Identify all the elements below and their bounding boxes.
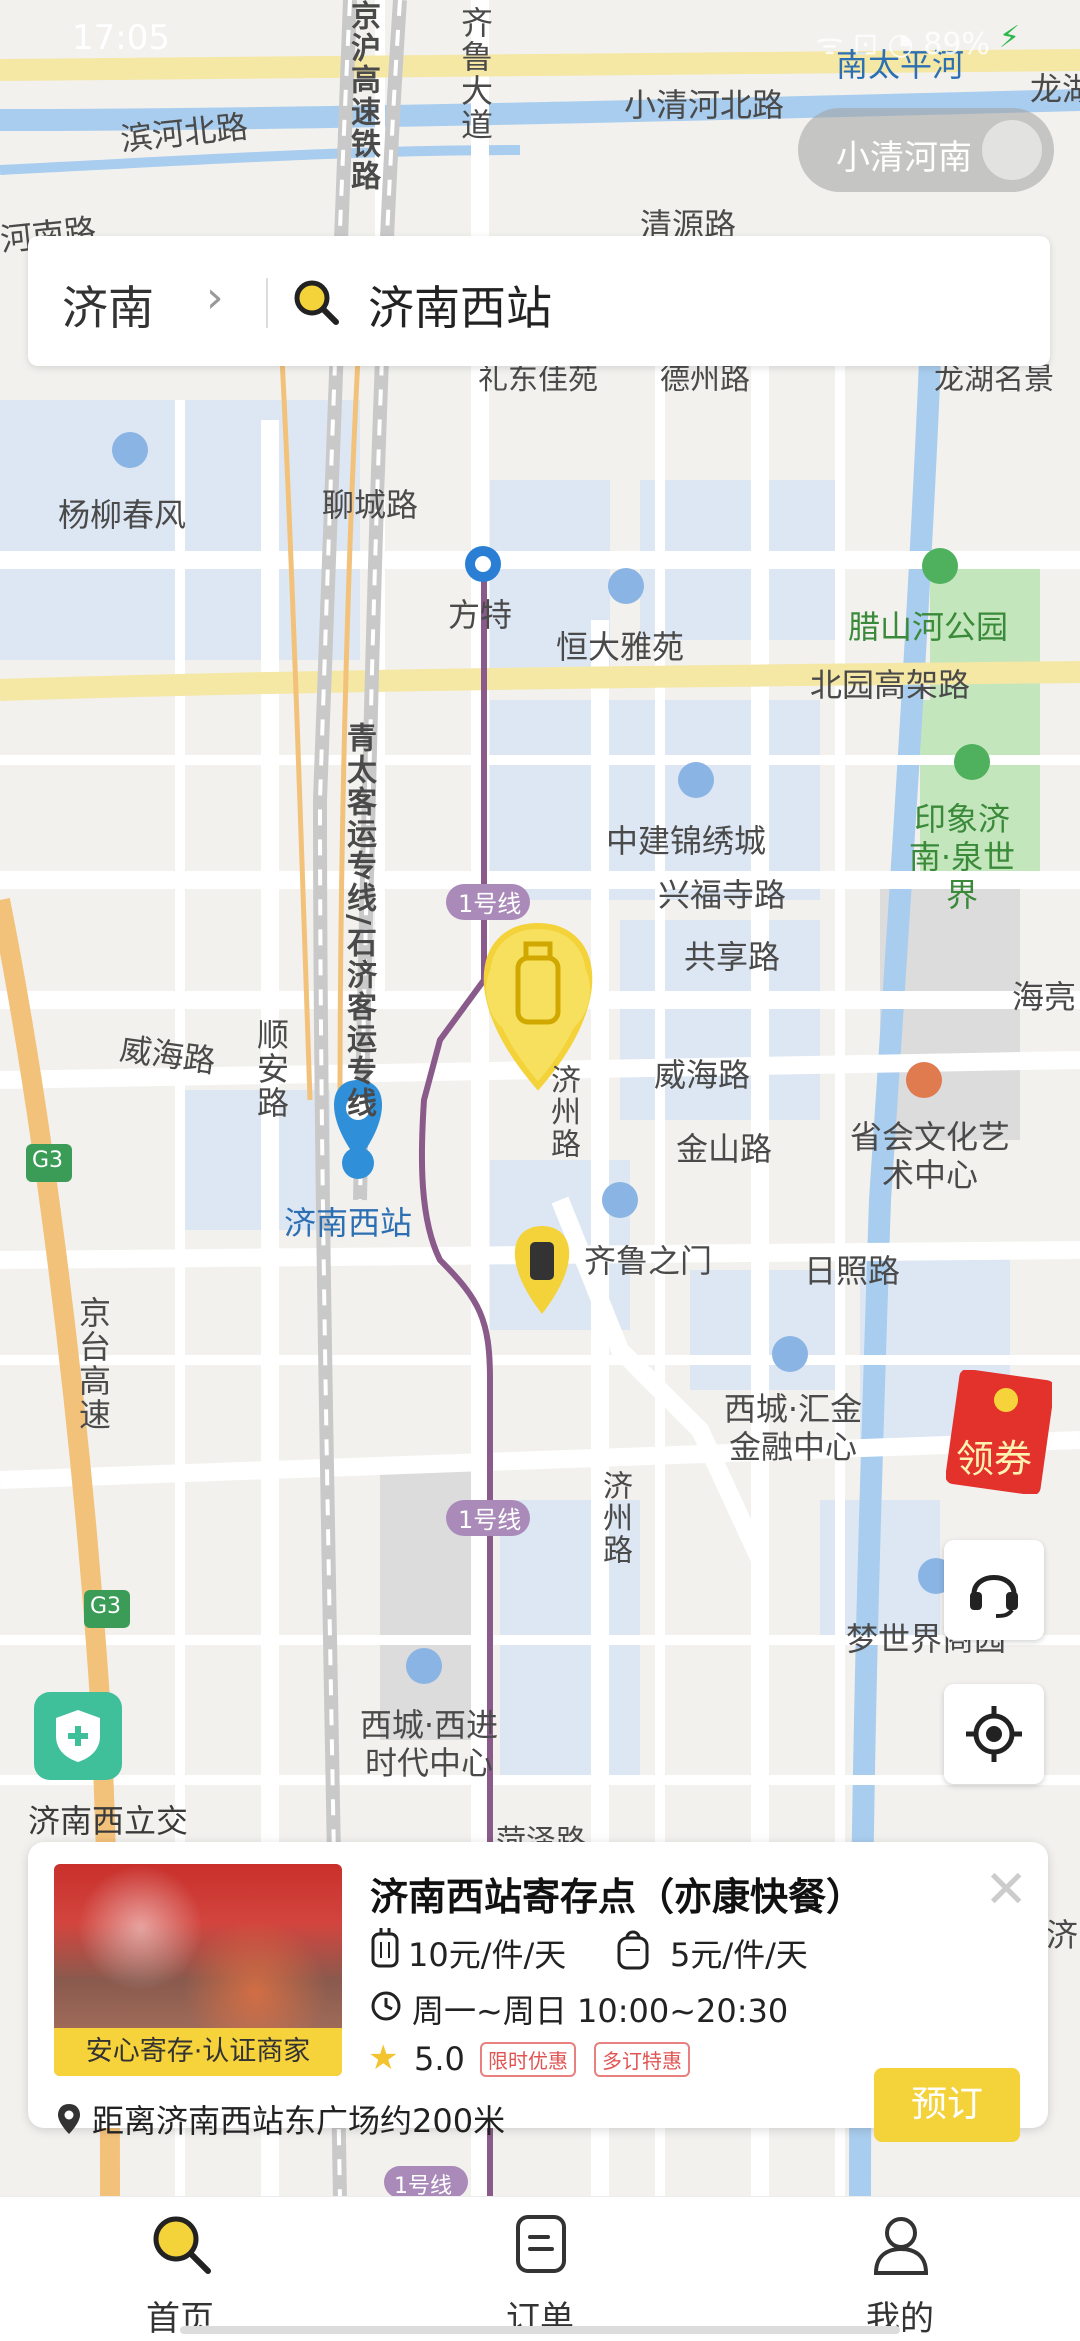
tag-multi-order: 多订特惠	[594, 2042, 690, 2077]
certified-badge: 安心寄存·认证商家	[54, 2028, 342, 2076]
map-label-g3-lower: G3	[90, 1594, 122, 1619]
order-icon	[516, 2215, 566, 2273]
map-label-rizhao-rd: 日照路	[804, 1252, 901, 1290]
tab-profile[interactable]: 我的	[820, 2197, 980, 2341]
home-indicator	[180, 2326, 900, 2334]
map-label-fangte: 方特	[448, 596, 513, 634]
map-label-ji-right: 济	[1046, 1916, 1079, 1954]
map-label-shunan-rd: 顺安路	[252, 1018, 290, 1120]
book-button[interactable]: 预订	[874, 2068, 1020, 2142]
map-label-jizhou-rd-2: 济州路	[597, 1470, 632, 1566]
metro-toggle[interactable]: 小清河南	[798, 108, 1054, 192]
charging-icon: ⚡	[998, 20, 1020, 55]
map-label-xingfusi-rd: 兴福寺路	[658, 876, 787, 914]
map-label-jinan-west-station: 济南西站	[284, 1204, 413, 1242]
map-label-xicheng-xijin: 西城·西进时代中心	[359, 1706, 499, 1782]
map-label-qingtai-line: 青太客运专线/石济客运专线	[341, 722, 376, 1119]
map-label-yinxiang-jinan: 印象济南·泉世界	[908, 800, 1016, 914]
map-label-weihai-rd-east: 威海路	[654, 1056, 751, 1094]
bottom-tab-bar: 首页 订单 我的	[0, 2196, 1080, 2341]
clock-icon	[371, 1991, 401, 2021]
map-label-gongxiang-rd: 共享路	[684, 938, 781, 976]
shop-title[interactable]: 济南西站寄存点（亦康快餐）	[370, 1866, 864, 1921]
storage-shop-card[interactable]: 安心寄存·认证商家 济南西站寄存点（亦康快餐） ✕ 10元/件/天 5元/件/天…	[28, 1842, 1048, 2142]
location-pin-icon	[58, 2104, 80, 2134]
search-bar[interactable]: 济南 › 济南西站	[28, 236, 1050, 366]
map-label-liaocheng-rd: 聊城路	[322, 486, 419, 524]
insurance-button[interactable]	[34, 1692, 122, 1780]
map-label-xiaoqinghe-north-rd: 小清河北路	[624, 86, 785, 124]
suitcase-large-icon	[371, 1928, 399, 1968]
coupon-label[interactable]: 领券	[956, 1428, 1032, 1483]
map-label-beiyuan-viaduct: 北园高架路	[810, 666, 971, 704]
map-label-g3-upper: G3	[32, 1148, 64, 1173]
chevron-right-icon[interactable]: ›	[206, 272, 224, 323]
map-label-jingtai-highway: 京台高速	[74, 1296, 112, 1432]
search-input[interactable]: 济南西站	[368, 272, 552, 338]
shop-photo: 安心寄存·认证商家	[54, 1864, 342, 2076]
shield-plus-icon	[56, 1710, 100, 1762]
metro-toggle-label: 小清河南	[836, 138, 972, 178]
map-label-jinshan-rd: 金山路	[676, 1130, 773, 1168]
customer-service-button[interactable]	[944, 1540, 1044, 1640]
map-label-jinan-west-interchange: 济南西立交	[28, 1802, 189, 1840]
map-label-hengda-yayuan: 恒大雅苑	[556, 628, 685, 666]
map-label-zhongjian-jinxiucheng: 中建锦绣城	[606, 822, 767, 860]
star-icon: ★	[368, 2038, 399, 2078]
map-label-qilu-gate: 齐鲁之门	[584, 1242, 713, 1280]
tab-home[interactable]: 首页	[100, 2197, 260, 2341]
city-selector[interactable]: 济南	[62, 272, 154, 338]
map-label-lashanhe-park: 腊山河公园	[848, 608, 1009, 646]
headset-icon	[970, 1575, 1018, 1618]
status-time: 17:05	[72, 18, 170, 58]
profile-icon	[873, 2217, 929, 2275]
opening-hours: 周一~周日 10:00~20:30	[412, 1992, 789, 2030]
search-divider	[266, 278, 268, 328]
status-icons: ᯤ ⊡ ◔ 89%	[816, 27, 990, 62]
distance-text: 距离济南西站东广场约200米	[92, 2102, 506, 2140]
tab-orders[interactable]: 订单	[460, 2197, 620, 2341]
close-icon[interactable]: ✕	[984, 1860, 1028, 1920]
tag-discount: 限时优惠	[480, 2042, 576, 2077]
locate-me-button[interactable]	[944, 1684, 1044, 1784]
backpack-icon	[617, 1930, 649, 1970]
toggle-knob-icon	[982, 120, 1042, 180]
price-large-luggage: 10元/件/天	[408, 1936, 567, 1974]
map-label-line1-upper: 1号线	[458, 890, 522, 918]
map-label-jizhou-rd: 济州路	[545, 1064, 580, 1160]
map-label-xicheng-finance: 西城·汇金金融中心	[723, 1390, 863, 1466]
status-bar: 17:05 ᯤ ⊡ ◔ 89% ⚡	[0, 0, 1080, 80]
map-label-hailiang: 海亮	[1012, 978, 1077, 1016]
search-icon	[294, 280, 339, 325]
price-small-luggage: 5元/件/天	[670, 1936, 808, 1974]
map-label-line1-lower: 1号线	[458, 1506, 522, 1534]
search-icon	[153, 2216, 211, 2274]
map-label-provincial-culture: 省会文化艺术中心	[850, 1118, 1011, 1194]
rating-value: 5.0	[414, 2040, 465, 2078]
crosshair-icon	[966, 1706, 1022, 1762]
map-label-yangliu-chunfeng: 杨柳春风	[58, 496, 187, 534]
